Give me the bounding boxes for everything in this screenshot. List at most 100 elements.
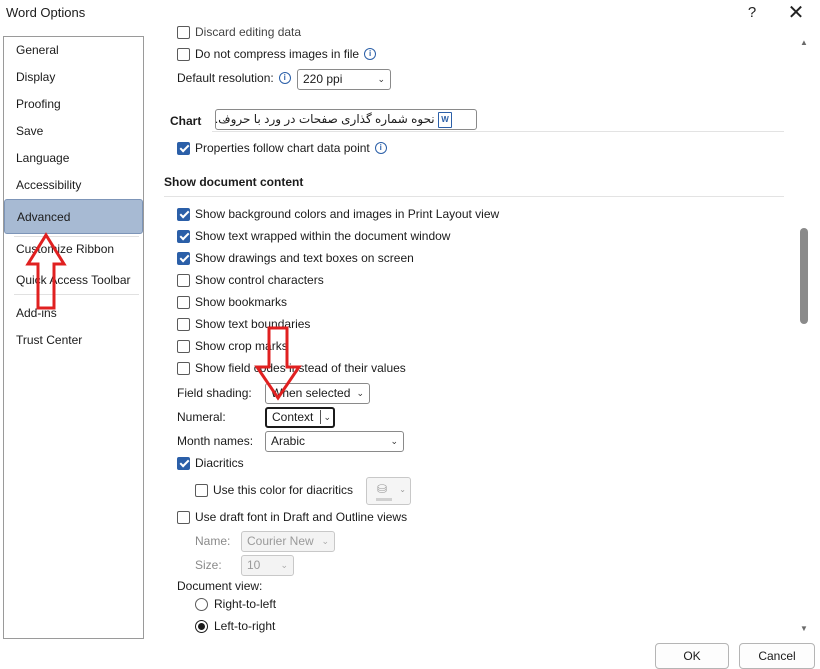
show-field-codes-row[interactable]: Show field codes instead of their values <box>177 361 406 375</box>
nav-item-add-ins[interactable]: Add-ins <box>4 302 143 324</box>
left-to-right-row[interactable]: Left-to-right <box>195 619 275 633</box>
scroll-down-icon[interactable]: ▼ <box>798 624 810 633</box>
compress-images-checkbox[interactable] <box>177 47 190 61</box>
info-icon: i <box>364 48 377 60</box>
nav-item-customize-ribbon[interactable]: Customize Ribbon <box>4 238 143 260</box>
section-divider <box>212 131 784 132</box>
default-resolution-label: Default resolution: <box>177 71 274 85</box>
show-bookmarks-row[interactable]: Show bookmarks <box>177 295 287 309</box>
show-document-content-heading: Show document content <box>164 175 304 189</box>
chart-document-select[interactable]: W نحوه شماره گذاری صفحات در ورد با حروف.… <box>215 109 477 130</box>
show-bookmarks-checkbox[interactable] <box>177 295 190 309</box>
draft-font-label: Use draft font in Draft and Outline view… <box>195 510 408 524</box>
nav-item-display[interactable]: Display <box>4 66 143 88</box>
month-names-label: Month names: <box>177 434 254 448</box>
draft-font-name-value: Courier New <box>247 534 314 548</box>
section-divider <box>164 196 784 197</box>
show-control-characters-label: Show control characters <box>195 273 324 287</box>
show-wrapped-row[interactable]: Show text wrapped within the document wi… <box>177 229 450 243</box>
nav-item-quick-access-toolbar[interactable]: Quick Access Toolbar <box>4 269 143 291</box>
field-shading-value: When selected <box>271 386 351 400</box>
draft-font-size-value: 10 <box>247 558 261 572</box>
chart-properties-checkbox[interactable] <box>177 141 190 155</box>
show-field-codes-checkbox[interactable] <box>177 361 190 375</box>
discard-editing-row[interactable]: Discard editing data <box>177 25 301 39</box>
nav-item-general[interactable]: General <box>4 39 143 61</box>
diacritics-color-checkbox[interactable] <box>195 483 208 497</box>
chevron-down-icon: ⌄ <box>377 74 385 84</box>
numeral-label: Numeral: <box>177 410 226 424</box>
word-document-icon: W <box>438 111 452 128</box>
compress-images-label: Do not compress images in file <box>195 47 360 61</box>
show-text-boundaries-label: Show text boundaries <box>195 317 311 331</box>
diacritics-color-row[interactable]: Use this color for diacritics <box>195 483 353 497</box>
show-wrapped-checkbox[interactable] <box>177 229 190 243</box>
scroll-up-icon[interactable]: ▲ <box>798 38 810 47</box>
scroll-thumb[interactable] <box>800 228 808 324</box>
discard-editing-label: Discard editing data <box>195 25 302 39</box>
show-crop-marks-label: Show crop marks <box>195 339 288 353</box>
right-to-left-row[interactable]: Right-to-left <box>195 597 276 611</box>
discard-editing-checkbox[interactable] <box>177 25 190 39</box>
show-background-checkbox[interactable] <box>177 207 190 221</box>
right-to-left-label: Right-to-left <box>214 597 277 611</box>
paint-bucket-icon: ⛁ <box>377 482 388 496</box>
show-crop-marks-row[interactable]: Show crop marks <box>177 339 288 353</box>
field-shading-label: Field shading: <box>177 386 252 400</box>
nav-item-accessibility[interactable]: Accessibility <box>4 174 143 196</box>
dropdown-divider <box>320 410 321 424</box>
show-control-characters-row[interactable]: Show control characters <box>177 273 324 287</box>
nav-item-language[interactable]: Language <box>4 147 143 169</box>
show-text-boundaries-row[interactable]: Show text boundaries <box>177 317 310 331</box>
draft-font-row[interactable]: Use draft font in Draft and Outline view… <box>177 510 407 524</box>
show-drawings-checkbox[interactable] <box>177 251 190 265</box>
diacritics-row[interactable]: Diacritics <box>177 456 244 470</box>
default-resolution-value: 220 ppi <box>303 72 343 86</box>
show-drawings-label: Show drawings and text boxes on screen <box>195 251 414 265</box>
show-background-row[interactable]: Show background colors and images in Pri… <box>177 207 499 221</box>
chevron-down-icon: ⌄ <box>356 388 364 398</box>
default-resolution-select[interactable]: 220 ppi ⌄ <box>297 69 391 90</box>
right-to-left-radio[interactable] <box>195 597 208 611</box>
nav-item-proofing[interactable]: Proofing <box>4 93 143 115</box>
chart-properties-row[interactable]: Properties follow chart data point i <box>177 141 387 155</box>
advanced-options-panel: Discard editing data Do not compress ima… <box>150 24 796 636</box>
left-to-right-radio[interactable] <box>195 619 208 633</box>
chevron-down-icon: ⌄ <box>321 536 329 546</box>
nav-item-trust-center[interactable]: Trust Center <box>4 329 143 351</box>
chevron-down-icon: ⌄ <box>390 436 398 446</box>
month-names-select[interactable]: Arabic ⌄ <box>265 431 404 452</box>
diacritics-color-button[interactable]: ⛁ ⌄ <box>366 477 411 505</box>
close-button[interactable]: ✕ <box>785 2 807 24</box>
show-wrapped-label: Show text wrapped within the document wi… <box>195 229 451 243</box>
help-button[interactable]: ? <box>741 2 763 24</box>
draft-font-name-select[interactable]: Courier New ⌄ <box>241 531 335 552</box>
nav-item-save[interactable]: Save <box>4 120 143 142</box>
show-background-label: Show background colors and images in Pri… <box>195 207 500 221</box>
chevron-down-icon: ⌄ <box>399 485 406 494</box>
chart-document-value: نحوه شماره گذاری صفحات در ورد با حروف... <box>215 112 435 126</box>
draft-font-name-label: Name: <box>195 534 231 548</box>
chart-properties-label: Properties follow chart data point <box>195 141 370 155</box>
draft-font-checkbox[interactable] <box>177 510 190 524</box>
info-icon: i <box>278 72 291 84</box>
info-icon: i <box>374 142 387 154</box>
show-drawings-row[interactable]: Show drawings and text boxes on screen <box>177 251 414 265</box>
window-title: Word Options <box>6 5 86 20</box>
diacritics-checkbox[interactable] <box>177 456 190 470</box>
numeral-select[interactable]: Context ⌄ <box>265 407 335 428</box>
show-text-boundaries-checkbox[interactable] <box>177 317 190 331</box>
nav-separator <box>14 294 139 295</box>
chart-heading: Chart <box>170 114 202 128</box>
show-crop-marks-checkbox[interactable] <box>177 339 190 353</box>
compress-images-row[interactable]: Do not compress images in file i <box>177 47 377 61</box>
document-view-label: Document view: <box>177 579 263 593</box>
nav-item-advanced[interactable]: Advanced <box>4 199 143 234</box>
cancel-button[interactable]: Cancel <box>739 643 815 669</box>
field-shading-select[interactable]: When selected ⌄ <box>265 383 370 404</box>
diacritics-color-label: Use this color for diacritics <box>213 483 354 497</box>
vertical-scrollbar[interactable]: ▲ ▼ <box>796 36 812 636</box>
ok-button[interactable]: OK <box>655 643 729 669</box>
draft-font-size-select[interactable]: 10 ⌄ <box>241 555 294 576</box>
show-control-characters-checkbox[interactable] <box>177 273 190 287</box>
